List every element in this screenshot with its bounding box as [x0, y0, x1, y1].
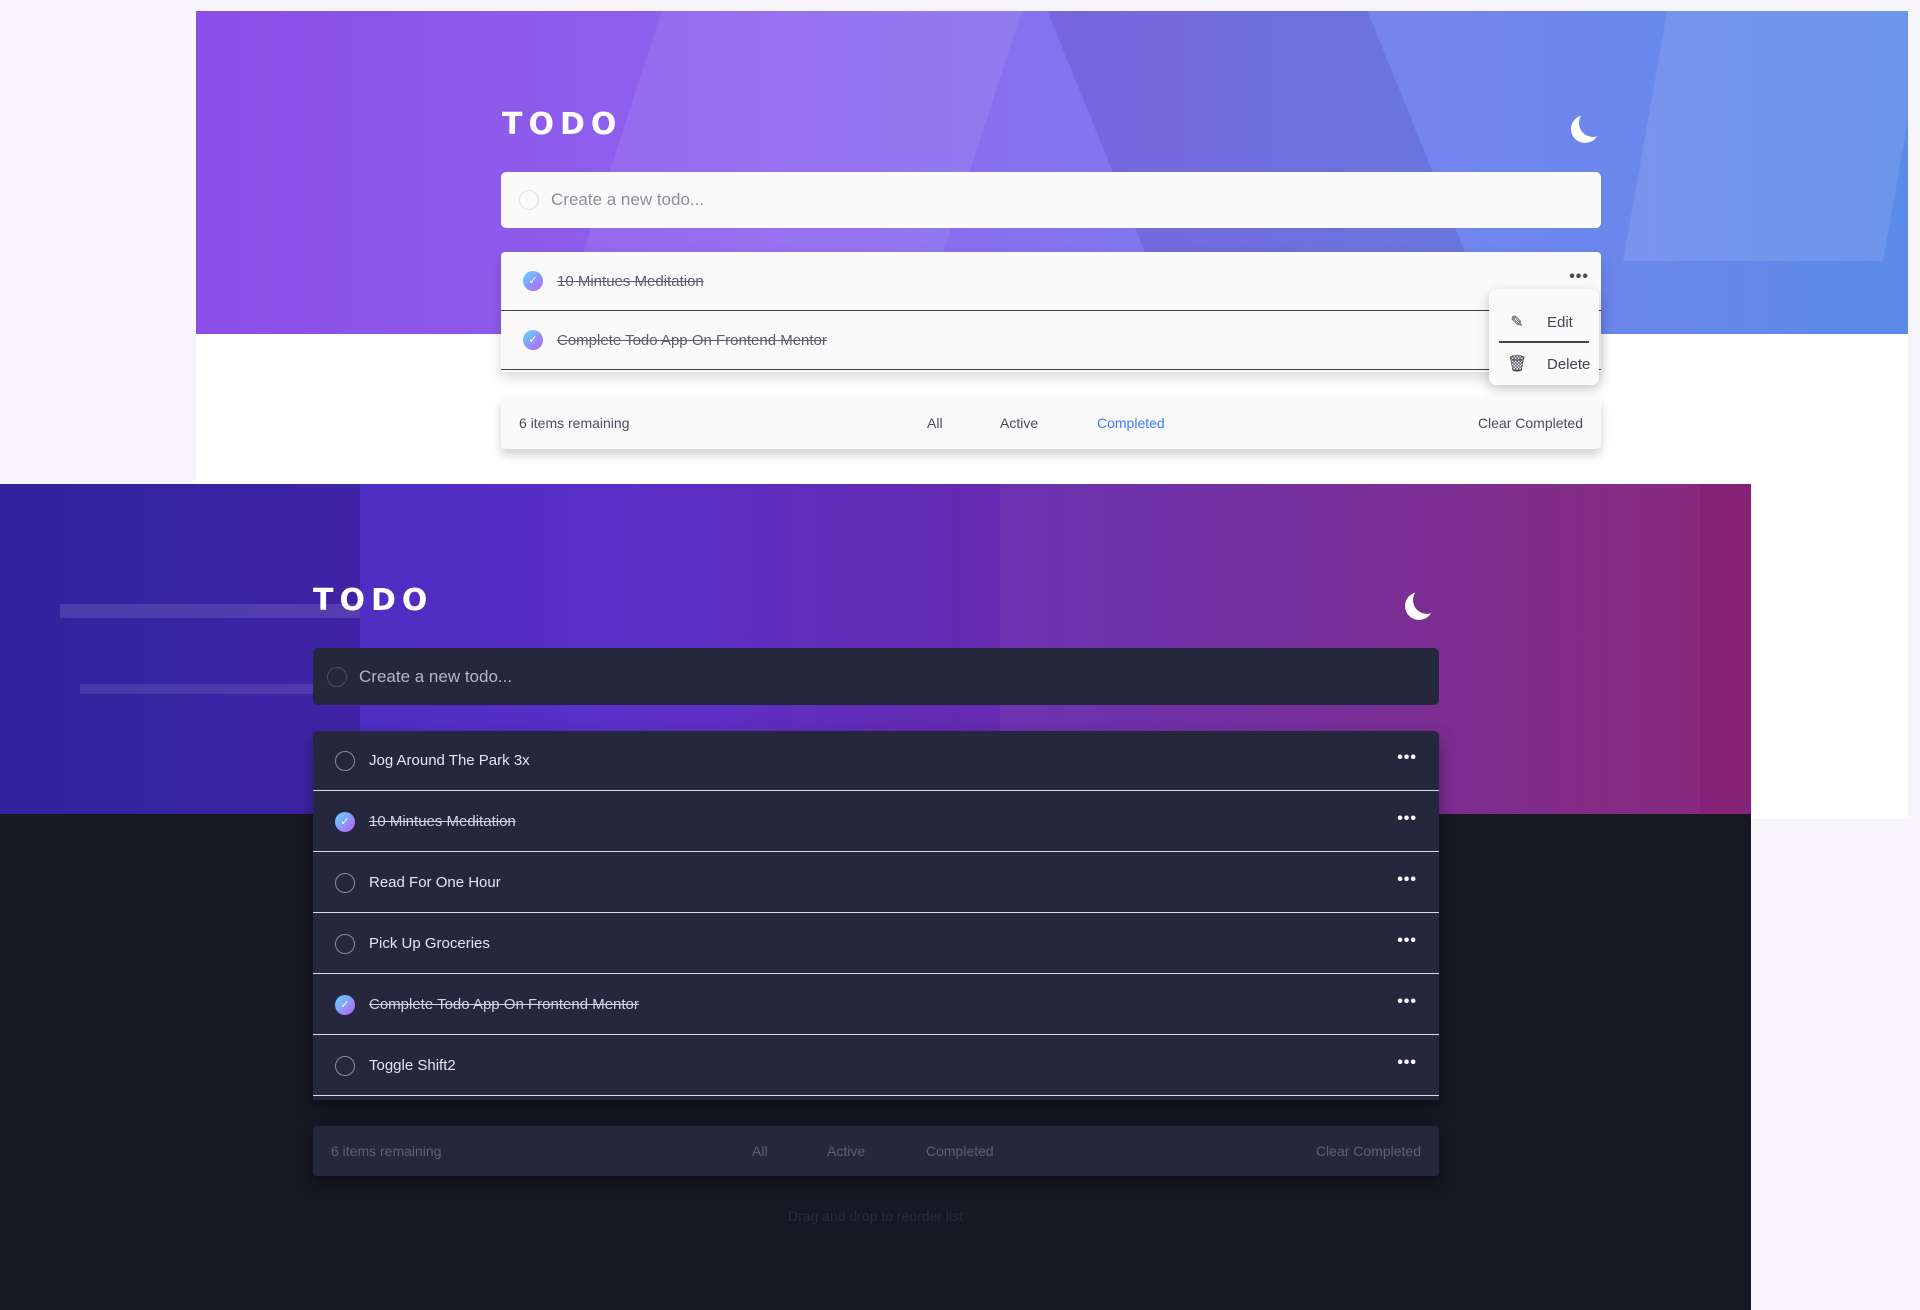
todo-footer: 6 items remaining All Active Completed C… — [501, 397, 1601, 449]
todo-context-menu: ✎ Edit 🗑 Delete — [1489, 289, 1599, 385]
todo-checkbox[interactable] — [335, 872, 355, 893]
check-icon[interactable]: ✓ — [523, 330, 543, 350]
new-todo-input[interactable]: Create a new todo... — [313, 648, 1439, 705]
todo-text: 10 Mintues Meditation — [369, 813, 516, 830]
clear-completed-button[interactable]: Clear Completed — [1478, 397, 1583, 449]
moon-icon[interactable] — [1579, 109, 1607, 137]
todo-text: Toggle Shift2 — [369, 1057, 456, 1074]
check-icon[interactable]: ✓ — [523, 271, 543, 291]
menu-divider — [1499, 341, 1589, 343]
more-horizontal-icon[interactable]: ••• — [1397, 810, 1417, 828]
filter-completed[interactable]: Completed — [1097, 397, 1165, 449]
todo-item[interactable]: Toggle Shift2 ••• — [313, 1036, 1439, 1096]
new-todo-input[interactable]: Create a new todo... — [501, 172, 1601, 228]
todo-list: ✓ 10 Mintues Meditation ••• ✓ Complete T… — [501, 252, 1601, 372]
todo-item[interactable]: ✓ Complete Todo App On Frontend Mentor •… — [313, 975, 1439, 1035]
todo-text: Pick Up Groceries — [369, 935, 490, 952]
todo-checkbox[interactable] — [335, 750, 355, 771]
todo-item[interactable]: Pick Up Groceries ••• — [313, 914, 1439, 974]
mountain-shape — [1039, 11, 1473, 271]
app-logo: TODO — [502, 107, 623, 142]
new-todo-circle[interactable] — [519, 190, 539, 210]
items-remaining: 6 items remaining — [519, 415, 630, 431]
todo-checkbox[interactable] — [335, 1055, 355, 1076]
new-todo-placeholder: Create a new todo... — [551, 190, 705, 209]
drag-hint: Drag and drop to reorder list — [787, 1208, 964, 1224]
check-icon[interactable]: ✓ — [335, 811, 355, 832]
todo-item[interactable]: ✓ 10 Mintues Meditation ••• — [501, 252, 1601, 311]
filter-active[interactable]: Active — [1000, 397, 1038, 449]
more-horizontal-icon[interactable]: ••• — [1397, 932, 1417, 950]
app-logo: TODO — [313, 583, 434, 618]
trash-icon: 🗑 — [1507, 356, 1528, 373]
more-horizontal-icon[interactable]: ••• — [1397, 993, 1417, 1011]
todo-list: Jog Around The Park 3x ••• ✓ 10 Mintues … — [313, 731, 1439, 1100]
filter-all[interactable]: All — [752, 1126, 768, 1176]
check-icon[interactable]: ✓ — [335, 994, 355, 1015]
filter-all[interactable]: All — [927, 397, 943, 449]
todo-item[interactable]: Jog Around The Park 3x ••• — [313, 731, 1439, 791]
dark-theme-panel: TODO Create a new todo... Jog Around The… — [0, 484, 1751, 1310]
todo-item[interactable]: ✓ 10 Mintues Meditation ••• — [313, 792, 1439, 852]
todo-text: Complete Todo App On Frontend Mentor — [557, 331, 827, 349]
todo-text: Jog Around The Park 3x — [369, 752, 530, 769]
edit-icon: ✎ — [1510, 314, 1524, 331]
todo-item[interactable]: Read For One Hour ••• — [313, 853, 1439, 913]
items-remaining: 6 items remaining — [331, 1143, 442, 1159]
mountain-shape — [1623, 11, 1908, 261]
more-horizontal-icon[interactable]: ••• — [1397, 1054, 1417, 1072]
filter-active[interactable]: Active — [827, 1126, 865, 1176]
clear-completed-button[interactable]: Clear Completed — [1316, 1126, 1421, 1176]
bridge-shape — [0, 484, 360, 814]
delete-label: Delete — [1547, 355, 1591, 373]
new-todo-circle[interactable] — [327, 666, 347, 687]
todo-item[interactable]: ✓ Complete Todo App On Frontend Mentor — [501, 311, 1601, 370]
edit-label: Edit — [1547, 313, 1573, 331]
todo-text: Complete Todo App On Frontend Mentor — [369, 996, 639, 1013]
edit-menu-item[interactable]: ✎ Edit — [1489, 302, 1599, 342]
new-todo-placeholder: Create a new todo... — [359, 666, 513, 686]
filter-completed[interactable]: Completed — [926, 1126, 994, 1176]
delete-menu-item[interactable]: 🗑 Delete — [1489, 344, 1599, 384]
todo-text: Read For One Hour — [369, 874, 501, 891]
todo-footer: 6 items remaining All Active Completed C… — [313, 1126, 1439, 1176]
more-horizontal-icon[interactable]: ••• — [1397, 871, 1417, 889]
todo-text: 10 Mintues Meditation — [557, 272, 704, 290]
more-horizontal-icon[interactable]: ••• — [1569, 268, 1589, 286]
more-horizontal-icon[interactable]: ••• — [1397, 749, 1417, 767]
todo-checkbox[interactable] — [335, 933, 355, 954]
mountain-shape — [577, 11, 1035, 271]
moon-icon[interactable] — [1413, 586, 1441, 614]
